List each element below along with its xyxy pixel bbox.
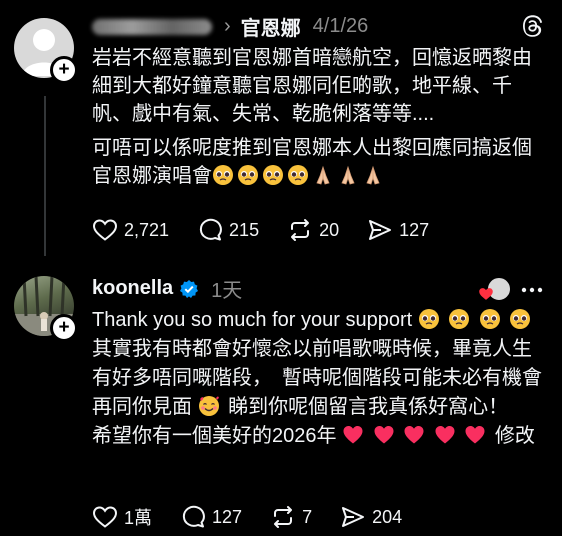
share-icon xyxy=(369,220,392,240)
like-count: 1萬 xyxy=(124,508,153,528)
comment-button[interactable]: 127 xyxy=(180,505,242,529)
red-heart-icon xyxy=(342,424,364,446)
more-icon[interactable] xyxy=(520,280,544,300)
comment-count: 215 xyxy=(229,219,260,240)
reply-to-name[interactable]: 官恩娜 xyxy=(241,12,301,41)
red-heart-icon xyxy=(464,424,486,446)
action-bar: 2,721 215 20 127 xyxy=(92,218,457,242)
share-button[interactable]: 204 xyxy=(340,505,402,529)
like-button[interactable]: 1萬 xyxy=(92,504,152,530)
pleading-face-icon xyxy=(448,308,470,330)
edited-label[interactable]: 修改 xyxy=(495,425,535,447)
share-icon xyxy=(342,507,365,527)
repost-button[interactable]: 7 xyxy=(270,505,312,529)
action-bar: 1萬 127 7 204 xyxy=(92,504,430,530)
reply-post-1: + › 官恩娜 4/1/26 岩岩不經意聽到官恩娜首暗戀航空，回憶返晒黎由細到大… xyxy=(0,0,562,262)
username[interactable]: koonella xyxy=(92,277,173,300)
heart-icon xyxy=(479,288,493,300)
post-date: 4/1/26 xyxy=(312,15,369,37)
avatar[interactable]: + xyxy=(14,18,78,84)
folded-hands-icon xyxy=(362,164,384,186)
pleading-face-icon xyxy=(262,164,284,186)
comment-button[interactable]: 215 xyxy=(197,218,259,242)
post-paragraph: 可唔可以係呢度推到官恩娜本人出黎回應同搞返個官恩娜演唱會 xyxy=(92,137,532,187)
share-count: 127 xyxy=(399,219,430,240)
like-button[interactable]: 2,721 xyxy=(92,218,169,242)
pleading-face-icon xyxy=(212,164,234,186)
post-header: › 官恩娜 4/1/26 xyxy=(92,12,368,41)
repost-count: 7 xyxy=(302,506,313,527)
heart-icon xyxy=(92,506,118,528)
verified-badge-icon xyxy=(180,279,199,298)
comment-count: 127 xyxy=(212,506,243,527)
post-paragraph: 岩岩不經意聽到官恩娜首暗戀航空，回憶返晒黎由細到大都好鐘意聽官恩娜同佢啲歌，地平… xyxy=(92,47,532,125)
blurred-username xyxy=(92,18,212,35)
share-button[interactable]: 127 xyxy=(367,218,429,242)
repost-button[interactable]: 20 xyxy=(287,218,339,242)
post-header: koonella 1天 xyxy=(92,274,242,303)
thread-line xyxy=(44,96,46,256)
share-count: 204 xyxy=(372,506,403,527)
folded-hands-icon xyxy=(337,164,359,186)
smiling-face-with-hearts-icon xyxy=(198,395,220,417)
post-text: Thank you so much for your support xyxy=(92,309,413,331)
comment-icon xyxy=(182,505,205,528)
pleading-face-icon xyxy=(237,164,259,186)
post-body: 岩岩不經意聽到官恩娜首暗戀航空，回憶返晒黎由細到大都好鐘意聽官恩娜同佢啲歌，地平… xyxy=(92,44,548,196)
plus-icon[interactable]: + xyxy=(50,56,78,84)
comment-icon xyxy=(199,218,222,241)
heart-icon xyxy=(92,219,118,241)
post-time: 1天 xyxy=(211,280,243,302)
avatar[interactable]: + xyxy=(14,276,78,342)
pleading-face-icon xyxy=(509,308,531,330)
reply-post-2: + koonella 1天 Thank you so much for your… xyxy=(0,262,562,536)
repost-icon xyxy=(291,219,310,241)
threads-logo-icon[interactable] xyxy=(520,14,544,38)
repost-icon xyxy=(274,506,293,528)
red-heart-icon xyxy=(373,424,395,446)
liked-by-author-badge xyxy=(478,274,512,304)
chevron-right-icon: › xyxy=(224,15,231,37)
pleading-face-icon xyxy=(479,308,501,330)
red-heart-icon xyxy=(403,424,425,446)
pleading-face-icon xyxy=(287,164,309,186)
pleading-face-icon xyxy=(418,308,440,330)
post-body: Thank you so much for your support 其實我有時… xyxy=(92,306,548,451)
red-heart-icon xyxy=(434,424,456,446)
like-count: 2,721 xyxy=(124,219,170,240)
repost-count: 20 xyxy=(319,219,340,240)
folded-hands-icon xyxy=(312,164,334,186)
plus-icon[interactable]: + xyxy=(50,314,78,342)
emoji-row xyxy=(212,165,387,187)
